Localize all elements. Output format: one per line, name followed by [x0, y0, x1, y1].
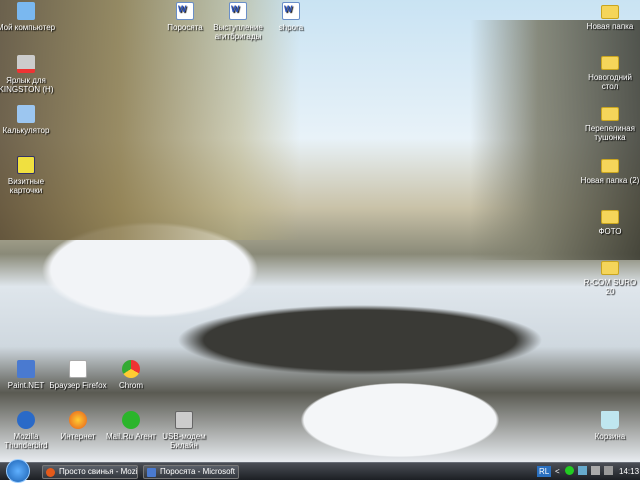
desktop-folder[interactable]: ФОТО: [580, 210, 640, 236]
volume-icon[interactable]: [591, 466, 600, 475]
desktop-folder[interactable]: Новая папка (2): [580, 159, 640, 185]
desktop-icon-document[interactable]: Выступление агитбригады: [208, 2, 268, 41]
folder-icon: [601, 159, 619, 173]
desktop-folder[interactable]: Перепелиная тушонка: [580, 107, 640, 142]
drive-shortcut-icon: [17, 55, 35, 73]
desktop-folder[interactable]: R-COM SURO 20: [580, 261, 640, 296]
folder-icon: [601, 5, 619, 19]
folder-icon: [601, 210, 619, 224]
firefox-icon: [46, 468, 55, 477]
word-document-icon: [176, 2, 194, 20]
firefox-icon: [69, 411, 87, 429]
system-tray: RL < 14:13: [535, 463, 640, 481]
thunderbird-icon: [17, 411, 35, 429]
desktop-icon-recycle-bin[interactable]: Корзина: [580, 411, 640, 441]
calculator-icon: [17, 105, 35, 123]
usb-modem-icon: [175, 411, 193, 429]
signal-icon[interactable]: [604, 466, 613, 475]
tray-expand-icon[interactable]: <: [555, 467, 560, 476]
desktop-icon-calculator[interactable]: Калькулятор: [0, 105, 56, 135]
folder-icon: [601, 107, 619, 121]
paint-net-icon: [17, 360, 35, 378]
computer-icon: [17, 2, 35, 20]
language-indicator[interactable]: RL: [537, 466, 552, 477]
start-button[interactable]: [6, 459, 30, 483]
desktop-icon-usb-modem[interactable]: USB-модем Билайн: [154, 411, 214, 450]
network-icon[interactable]: [578, 466, 587, 475]
word-document-icon: [229, 2, 247, 20]
folder-icon: [601, 261, 619, 275]
mail-agent-icon: [122, 411, 140, 429]
desktop-icon-chrome[interactable]: Chrom: [101, 360, 161, 390]
desktop-icon-mail-agent[interactable]: Mail.Ru Агент: [101, 411, 161, 441]
business-cards-icon: [17, 156, 35, 174]
chrome-icon: [122, 360, 140, 378]
taskbar: Просто свинья - Mozil... Поросята - Micr…: [0, 459, 640, 483]
desktop-folder[interactable]: Новая папка: [580, 5, 640, 31]
word-document-icon: [282, 2, 300, 20]
desktop-icon-business-cards[interactable]: Визитные карточки: [0, 156, 56, 195]
word-icon: [147, 468, 156, 477]
desktop-icon-document[interactable]: shpora: [261, 2, 321, 32]
clock[interactable]: 14:13: [619, 467, 639, 476]
desktop-icon-kingston[interactable]: Ярлык для KINGSTON (H): [0, 55, 56, 94]
desktop-icon-document[interactable]: Поросята: [155, 2, 215, 32]
desktop-icon-internet[interactable]: Интернет: [48, 411, 108, 441]
taskbar-task-word[interactable]: Поросята - Microsoft ...: [143, 465, 239, 479]
desktop-icon-firefox-file[interactable]: Браузер Firefox: [48, 360, 108, 390]
folder-icon: [601, 56, 619, 70]
taskbar-task-firefox[interactable]: Просто свинья - Mozil...: [42, 465, 138, 479]
mail-agent-tray-icon[interactable]: [565, 466, 574, 475]
desktop-icon-my-computer[interactable]: Мой компьютер: [0, 2, 56, 32]
recycle-bin-icon: [601, 411, 619, 429]
desktop-folder[interactable]: Новогодний стол: [580, 56, 640, 91]
firefox-icon: [69, 360, 87, 378]
